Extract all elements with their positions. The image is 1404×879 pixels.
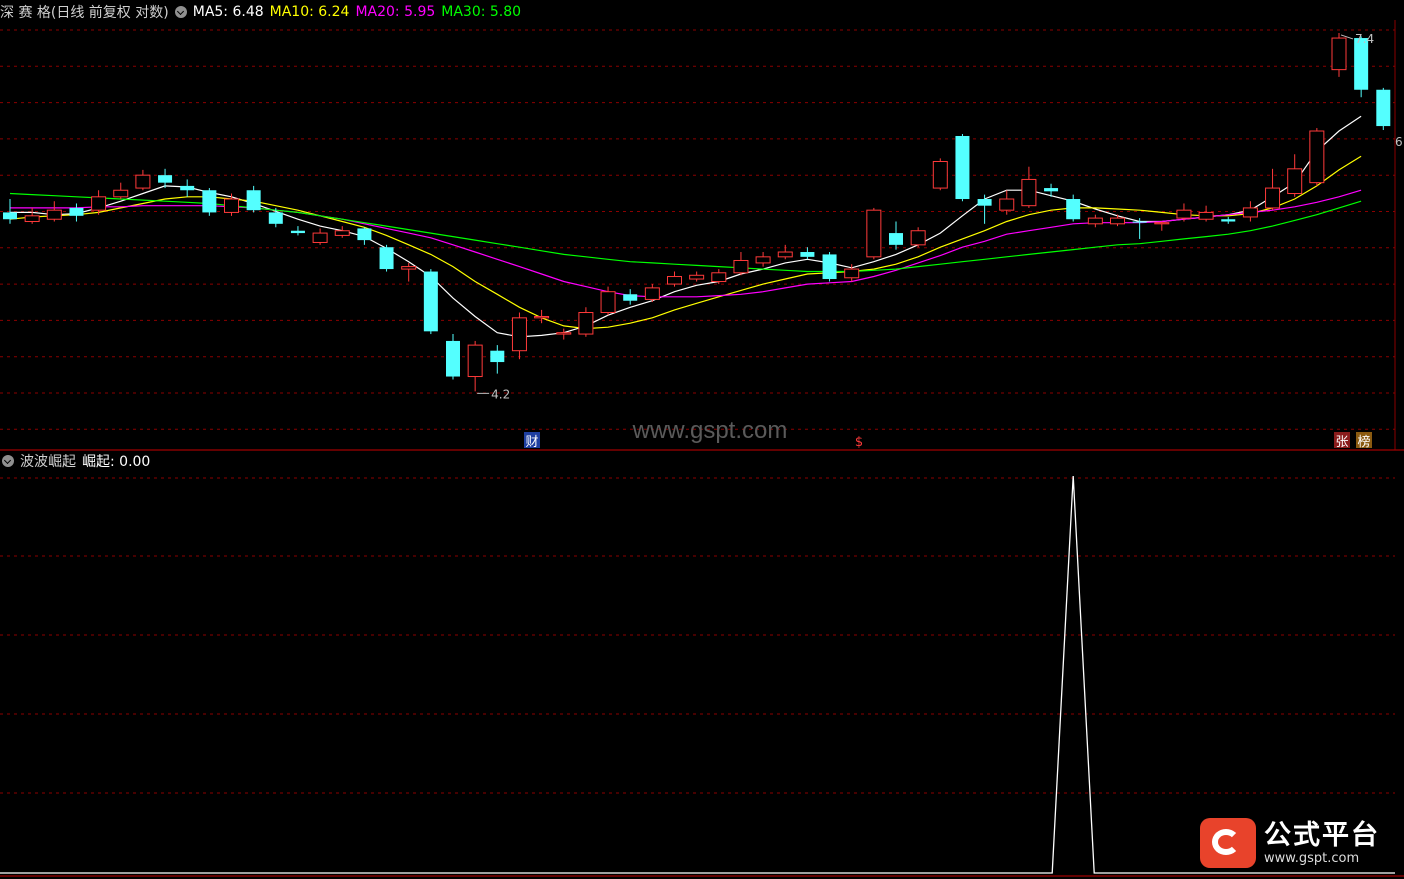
candle-body-up xyxy=(1110,217,1125,225)
candle-body-down xyxy=(158,175,173,183)
candle-body-down xyxy=(180,185,195,191)
candle-body-up xyxy=(689,274,705,280)
candle-body-down xyxy=(423,271,438,332)
candle-body-up xyxy=(844,268,860,279)
event-marker: 榜 xyxy=(1357,434,1370,450)
gspt-logo: 公式平台 www.gspt.com xyxy=(1200,818,1380,868)
candle-body-up xyxy=(467,344,483,378)
candle-body-up xyxy=(600,291,616,314)
candle-body-up xyxy=(312,232,328,243)
candle-body-up xyxy=(910,230,926,246)
indicator-header: 波波崛起 崛起: 0.00 xyxy=(2,450,156,472)
g-logo-icon xyxy=(1200,818,1256,868)
candle-body-up xyxy=(1265,187,1281,209)
candle-body-up xyxy=(334,230,350,236)
indicator-value: 崛起: 0.00 xyxy=(82,454,151,470)
candle-body-up xyxy=(755,256,771,264)
ma-line-ma10 xyxy=(9,155,1362,330)
candle-body-down xyxy=(1044,188,1059,192)
candle-body-down xyxy=(446,340,460,377)
indicator-name: 波波崛起 xyxy=(20,454,76,470)
candle-body-down xyxy=(268,212,283,224)
candle-body-up xyxy=(578,312,594,335)
candle-body-up xyxy=(113,189,129,198)
candle-body-down xyxy=(490,350,505,363)
candle-body-up xyxy=(733,259,749,274)
logo-url: www.gspt.com xyxy=(1264,850,1360,866)
candle-body-down xyxy=(246,190,261,211)
candle-body-down xyxy=(290,230,305,234)
stock-title: 深 赛 格(日线 前复权 对数) xyxy=(0,5,169,21)
candle-body-down xyxy=(1221,219,1236,222)
indicator-dropdown-icon[interactable] xyxy=(2,455,14,467)
candle-body-up xyxy=(1242,207,1258,218)
watermark-text: www.gspt.com xyxy=(632,417,788,444)
candle-body-down xyxy=(822,254,837,280)
indicator-line xyxy=(0,475,1395,874)
candle-body-up xyxy=(24,215,40,223)
high-price-label: 7.4 xyxy=(1355,32,1374,46)
candle-body-down xyxy=(3,212,17,220)
candle-body-down xyxy=(955,135,970,200)
candle-body-up xyxy=(1287,168,1303,195)
candle-body-up xyxy=(534,316,550,319)
kline-chart[interactable]: www.gspt.com 4.2 7.4 6 财 $ 张榜 xyxy=(0,0,1404,879)
candle-body-up xyxy=(777,251,793,258)
candle-body-up xyxy=(91,196,107,211)
candle-body-up xyxy=(511,317,527,352)
candle-body-up xyxy=(932,160,948,189)
candle-body-up xyxy=(644,287,660,300)
candle-body-up xyxy=(1309,130,1325,184)
candle-body-down xyxy=(977,199,992,206)
candle-body-up xyxy=(556,332,572,335)
candle-body-up xyxy=(1087,217,1103,225)
candle-body-down xyxy=(623,294,638,301)
candle-body-up xyxy=(1176,209,1192,219)
candle-body-up xyxy=(711,272,727,283)
right-price-label: 6 xyxy=(1395,135,1403,149)
low-price-label: 4.2 xyxy=(491,387,510,401)
candle-body-down xyxy=(202,190,217,213)
ma30-label: MA30: 5.80 xyxy=(441,4,522,20)
candle-body-up xyxy=(46,209,62,220)
candle-body-down xyxy=(889,233,903,245)
candle-body-up xyxy=(1154,222,1170,225)
candle-body-up xyxy=(866,209,882,258)
candle-body-down xyxy=(379,247,394,270)
ma20-label: MA20: 5.95 xyxy=(355,4,436,20)
candle-body-up xyxy=(999,198,1015,211)
event-marker: 张 xyxy=(1335,435,1348,450)
event-marker: $ xyxy=(855,435,863,450)
candle-body-up xyxy=(1331,37,1347,71)
ma-line-ma5 xyxy=(10,115,1362,338)
candle-body-down xyxy=(1132,221,1147,223)
candle-body-down xyxy=(1376,89,1391,127)
candle-body-down xyxy=(1066,199,1081,220)
candle-body-down xyxy=(357,228,372,241)
candle-body-up xyxy=(1021,178,1037,207)
candle-body-up xyxy=(135,174,151,189)
event-marker: 财 xyxy=(525,435,538,450)
candle-body-up xyxy=(401,266,417,270)
candle-body-up xyxy=(224,198,239,213)
candle-body-up xyxy=(667,276,682,285)
ma10-label: MA10: 6.24 xyxy=(269,4,350,20)
candle-body-down xyxy=(800,252,815,257)
logo-name: 公式平台 xyxy=(1264,819,1380,851)
ma5-label: MA5: 6.48 xyxy=(192,4,264,20)
candle-body-down xyxy=(69,207,84,216)
settings-dropdown-icon[interactable] xyxy=(174,6,187,18)
candle-body-up xyxy=(1198,211,1214,220)
main-chart-header: 深 赛 格(日线 前复权 对数) MA5: 6.48 MA10: 6.24 MA… xyxy=(0,1,527,23)
